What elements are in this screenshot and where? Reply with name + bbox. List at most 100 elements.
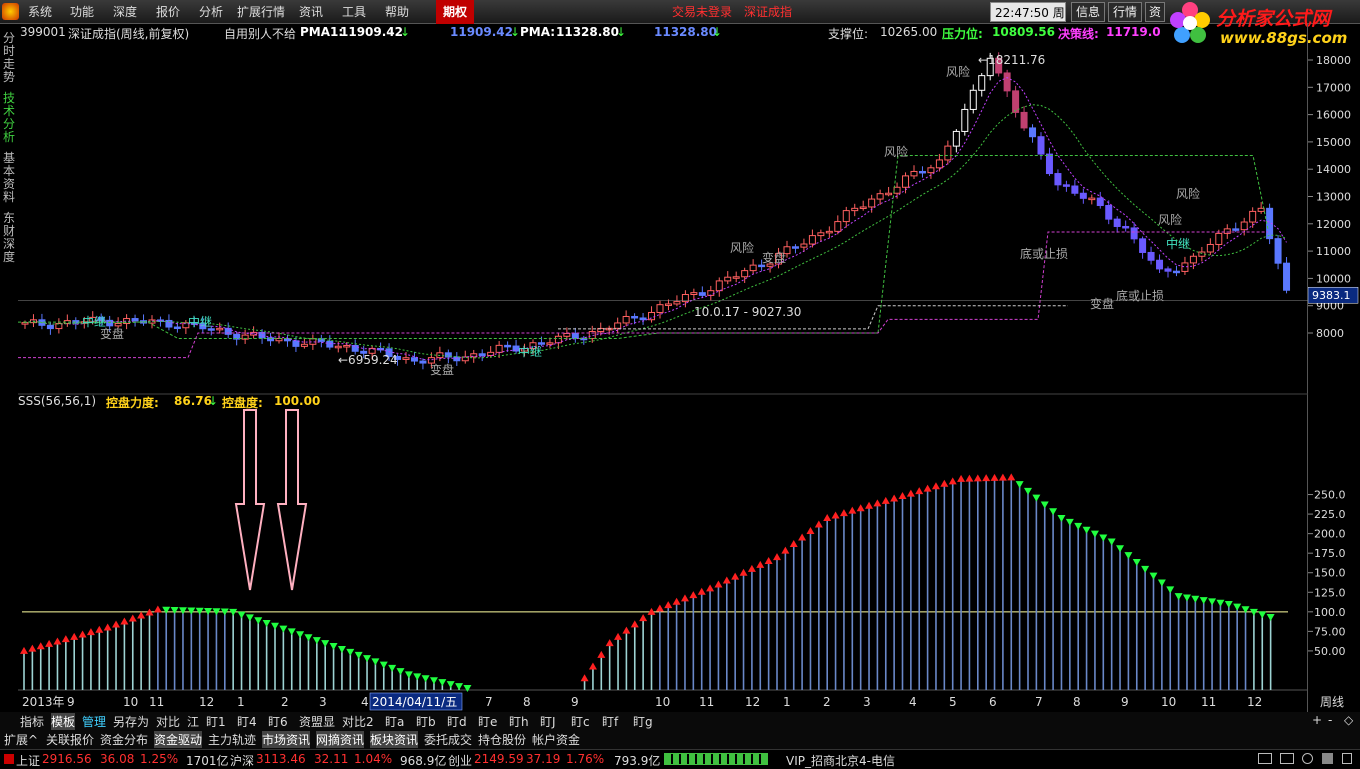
down-marker bbox=[1074, 522, 1083, 530]
candle-body bbox=[1198, 251, 1206, 257]
pma-label: PMA: bbox=[520, 25, 556, 39]
function-tab-6[interactable]: 网摘资讯 bbox=[316, 731, 365, 748]
sidebar-tab-fundamental[interactable]: 基本资料 bbox=[2, 152, 16, 204]
price-axis: 18000 17000 16000 15000 14000 13000 12000 11000… bbox=[1308, 24, 1360, 712]
function-tab-8[interactable]: 委托成交 bbox=[424, 731, 472, 748]
up-marker bbox=[137, 611, 146, 619]
chart-area[interactable]: ←18211.76 ←6959.24 10.0.17 - 9027.30 风险 风险 风险… bbox=[18, 24, 1308, 712]
x-tick-label: 9 bbox=[1121, 695, 1129, 709]
toolbar-item-15[interactable]: 盯h bbox=[509, 713, 529, 730]
down-marker bbox=[195, 607, 204, 615]
candle-body bbox=[300, 343, 308, 347]
up-marker bbox=[848, 506, 857, 514]
settings-icon[interactable] bbox=[1302, 753, 1313, 764]
menu-analysis[interactable]: 分析 bbox=[199, 3, 223, 20]
server-name[interactable]: VIP_招商北京4-电信 bbox=[786, 752, 895, 769]
x-tick-label: 11 bbox=[149, 695, 164, 709]
function-tab-1[interactable]: 关联报价 bbox=[46, 731, 94, 748]
sound-icon[interactable] bbox=[1322, 753, 1333, 764]
toolbar-item-14[interactable]: 盯e bbox=[478, 713, 497, 730]
menu-help[interactable]: 帮助 bbox=[385, 3, 409, 20]
candle-body bbox=[885, 192, 893, 196]
menu-depth[interactable]: 深度 bbox=[113, 3, 137, 20]
up-marker bbox=[957, 474, 966, 482]
candle-body bbox=[1156, 259, 1164, 270]
function-toolbar: 扩展^ 关联报价 资金分布 资金驱动 主力轨迹 市场资讯 网摘资讯 板块资讯 委托成交 持仓股份帐… bbox=[0, 730, 1360, 748]
lock-icon[interactable] bbox=[1342, 753, 1352, 764]
candle-body bbox=[46, 324, 54, 330]
function-tab-0[interactable]: 扩展^ bbox=[4, 731, 38, 748]
toolbar-item-3[interactable]: 另存为 bbox=[113, 713, 149, 730]
menu-tools[interactable]: 工具 bbox=[342, 3, 366, 20]
menu-system[interactable]: 系统 bbox=[28, 3, 52, 20]
annotation-turn: 变盘 bbox=[100, 326, 124, 341]
down-marker bbox=[1266, 614, 1275, 622]
x-tick-label: 2 bbox=[281, 695, 289, 709]
menu-quote[interactable]: 报价 bbox=[156, 3, 180, 20]
window-icon[interactable] bbox=[1280, 753, 1294, 764]
menu-options-button[interactable]: 期权 bbox=[436, 0, 474, 24]
function-tab-9[interactable]: 持仓股份 bbox=[478, 731, 526, 748]
function-tab-5[interactable]: 市场资讯 bbox=[262, 731, 311, 748]
down-marker bbox=[1132, 558, 1141, 566]
candle-body bbox=[1139, 238, 1147, 253]
info-button[interactable]: 信息 bbox=[1071, 2, 1105, 22]
toolbar-item-12[interactable]: 盯b bbox=[416, 713, 436, 730]
toolbar-item-13[interactable]: 盯d bbox=[447, 713, 467, 730]
message-icon[interactable] bbox=[1258, 753, 1272, 764]
chart-svg[interactable]: ←18211.76←6959.2410.0.17 - 9027.30风险风险风险… bbox=[18, 24, 1308, 712]
stock-name-link[interactable]: 深证成指 bbox=[744, 3, 792, 20]
toolbar-item-7[interactable]: 盯4 bbox=[237, 713, 257, 730]
cy-pct: 1.76% bbox=[566, 752, 605, 766]
function-tab-2[interactable]: 资金分布 bbox=[100, 731, 148, 748]
candle-body bbox=[504, 344, 512, 348]
up-marker bbox=[36, 642, 45, 650]
candle-body bbox=[1113, 218, 1121, 227]
toolbar-right-btn-1[interactable]: - bbox=[1328, 713, 1332, 727]
trade-login-link[interactable]: 交易未登录 bbox=[672, 3, 732, 20]
toolbar-right-btn-2[interactable]: ◇ bbox=[1344, 713, 1353, 727]
toolbar-item-17[interactable]: 盯c bbox=[571, 713, 590, 730]
candle-body bbox=[741, 270, 749, 278]
candle-body bbox=[410, 357, 418, 362]
down-marker bbox=[388, 664, 397, 672]
up-marker bbox=[78, 630, 87, 638]
quote-button[interactable]: 行情 bbox=[1108, 2, 1142, 22]
candle-body bbox=[1003, 72, 1011, 92]
candle-body bbox=[969, 89, 977, 110]
toolbar-item-0[interactable]: 指标 bbox=[20, 713, 44, 730]
x-tick-label: 7 bbox=[1035, 695, 1043, 709]
up-marker bbox=[747, 564, 756, 572]
toolbar-item-8[interactable]: 盯6 bbox=[268, 713, 288, 730]
toolbar-item-4[interactable]: 对比 bbox=[156, 713, 180, 730]
toolbar-item-11[interactable]: 盯a bbox=[385, 713, 404, 730]
sidebar-tab-timeshare[interactable]: 分时走势 bbox=[2, 32, 16, 84]
y-tick-label: 16000 bbox=[1316, 109, 1351, 122]
function-tab-4[interactable]: 主力轨迹 bbox=[208, 731, 256, 748]
down-marker bbox=[413, 673, 422, 681]
menu-news[interactable]: 资讯 bbox=[299, 3, 323, 20]
toolbar-item-2[interactable]: 管理 bbox=[82, 713, 106, 730]
menu-function[interactable]: 功能 bbox=[70, 3, 94, 20]
toolbar-item-18[interactable]: 盯f bbox=[602, 713, 618, 730]
y-tick-label: 17000 bbox=[1316, 81, 1351, 94]
toolbar-item-16[interactable]: 盯J bbox=[540, 713, 556, 730]
toolbar-item-10[interactable]: 对比2 bbox=[342, 713, 374, 730]
function-tab-10[interactable]: 帐户资金 bbox=[532, 731, 580, 748]
sidebar-tab-technical[interactable]: 技术分析 bbox=[2, 92, 16, 144]
sidebar-tab-eastmoney[interactable]: 东财深度 bbox=[2, 212, 16, 264]
toolbar-item-19[interactable]: 盯g bbox=[633, 713, 653, 730]
candle-body bbox=[1054, 173, 1062, 186]
function-tab-7[interactable]: 板块资讯 bbox=[370, 731, 419, 748]
toolbar-right-btn-0[interactable]: + bbox=[1312, 713, 1322, 727]
menu-extended-quotes[interactable]: 扩展行情 bbox=[237, 3, 285, 20]
annotation-risk: 风险 bbox=[884, 144, 908, 159]
down-marker bbox=[1116, 545, 1125, 553]
candle-body bbox=[571, 332, 579, 339]
toolbar-item-6[interactable]: 盯1 bbox=[206, 713, 226, 730]
toolbar-item-9[interactable]: 资盟显 bbox=[299, 713, 335, 730]
toolbar-item-1[interactable]: 模板 bbox=[51, 713, 76, 730]
candle-body bbox=[1283, 262, 1291, 291]
function-tab-3[interactable]: 资金驱动 bbox=[154, 731, 203, 748]
toolbar-item-5[interactable]: 江 bbox=[187, 713, 199, 730]
